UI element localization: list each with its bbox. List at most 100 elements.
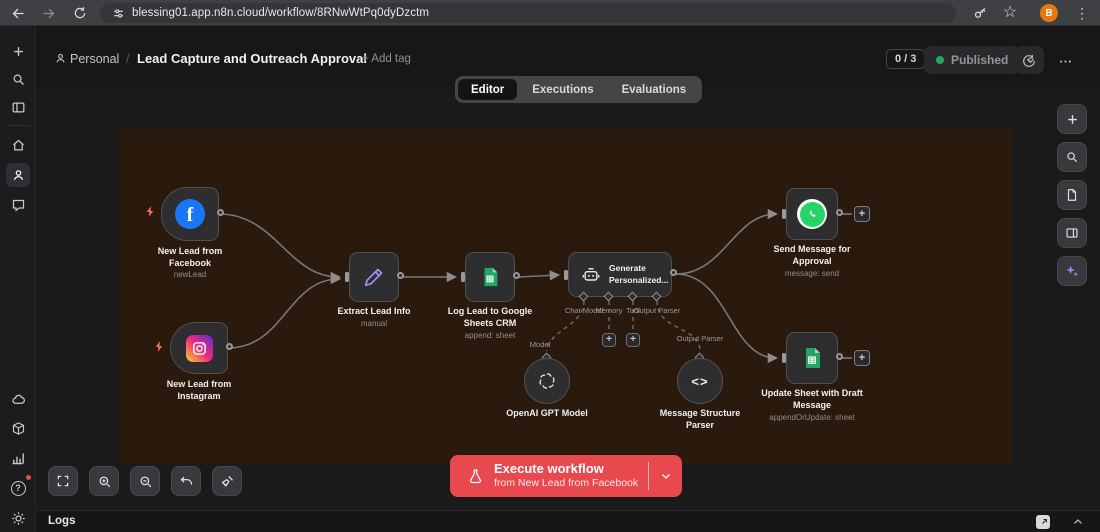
settings-gear-icon[interactable]	[6, 506, 30, 530]
add-memory-button[interactable]: +	[602, 333, 616, 347]
browser-forward-icon[interactable]	[38, 3, 58, 23]
robot-agent-icon	[581, 265, 601, 285]
site-info-icon[interactable]	[108, 3, 128, 23]
help-notification-dot	[26, 475, 31, 480]
input-port[interactable]	[461, 272, 465, 282]
logs-popout-icon[interactable]	[1036, 515, 1050, 529]
output-port[interactable]	[670, 269, 677, 276]
breadcrumb-separator: /	[126, 51, 130, 66]
add-tag-button[interactable]: + Add tag	[362, 53, 411, 65]
help-question-glyph: ?	[10, 480, 26, 496]
add-tool-button[interactable]: +	[626, 333, 640, 347]
execute-options-caret-button[interactable]	[649, 455, 682, 497]
node-new-lead-from-facebook[interactable]: f	[161, 187, 224, 241]
workflow-menu-icon[interactable]	[1054, 50, 1076, 72]
zoom-out-button[interactable]	[130, 466, 160, 496]
output-port[interactable]	[513, 271, 520, 279]
input-port[interactable]	[564, 269, 568, 280]
tab-editor[interactable]: Editor	[458, 79, 518, 100]
node-message-structure-parser[interactable]: <>	[677, 358, 723, 404]
home-icon[interactable]	[6, 133, 30, 157]
browser-profile-avatar[interactable]: B	[1040, 4, 1058, 22]
templates-icon[interactable]	[6, 416, 30, 440]
input-port[interactable]	[782, 209, 786, 219]
zoom-in-button[interactable]	[89, 466, 119, 496]
execute-workflow-button[interactable]: Execute workflow from New Lead from Face…	[450, 455, 682, 497]
tidy-up-broom-button[interactable]	[212, 466, 242, 496]
project-person-icon	[54, 52, 67, 65]
trigger-bolt-icon	[153, 340, 166, 353]
help-icon[interactable]: ?	[6, 475, 31, 500]
published-label: Published	[951, 53, 1009, 67]
output-port[interactable]	[836, 208, 843, 216]
bookmark-star-icon[interactable]: ☆	[1000, 3, 1020, 23]
breadcrumb-project[interactable]: Personal	[70, 52, 119, 66]
model-connection-label: Model	[529, 340, 551, 349]
browser-menu-icon[interactable]: ⋮	[1072, 3, 1092, 23]
version-history-icon[interactable]	[1018, 50, 1040, 72]
add-node-after-update-button[interactable]: +	[854, 350, 870, 366]
add-node-after-whatsapp-button[interactable]: +	[854, 206, 870, 222]
editor-tab-bar: Editor Executions Evaluations	[455, 76, 703, 103]
workflow-title[interactable]: Lead Capture and Outreach Approval	[137, 51, 367, 66]
node-update-sheet-with-draft-message[interactable]	[782, 332, 843, 384]
url-text[interactable]: blessing01.app.n8n.cloud/workflow/8RNwWt…	[132, 7, 429, 19]
code-brackets-icon: <>	[691, 373, 709, 389]
personal-project-icon[interactable]	[6, 163, 30, 187]
trigger-bolt-icon	[144, 205, 157, 218]
published-green-dot	[936, 56, 944, 64]
toggle-panel-button[interactable]	[1057, 218, 1087, 248]
workflow-header: Personal / Lead Capture and Outreach App…	[36, 26, 1100, 82]
input-port[interactable]	[345, 272, 349, 282]
node-label: New Lead from Instagram	[166, 379, 232, 401]
insights-icon[interactable]	[6, 446, 30, 470]
logs-panel-header[interactable]: Logs	[36, 510, 1100, 532]
output-port[interactable]	[226, 342, 233, 350]
google-sheets-icon	[479, 266, 501, 288]
browser-reload-icon[interactable]	[70, 3, 90, 23]
tab-executions[interactable]: Executions	[519, 79, 606, 100]
node-subtitle: manual	[360, 319, 388, 328]
node-generate-personalized-agent[interactable]: Generate Personalized...	[564, 252, 677, 297]
left-sidebar: ?	[0, 26, 36, 532]
tab-evaluations[interactable]: Evaluations	[609, 79, 700, 100]
node-send-message-for-approval[interactable]	[782, 188, 843, 240]
search-icon[interactable]	[6, 67, 30, 91]
node-openai-gpt-model[interactable]	[524, 358, 570, 404]
input-port[interactable]	[782, 353, 786, 363]
node-extract-lead-info[interactable]	[345, 252, 404, 302]
node-inner-label: Generate Personalized...	[609, 263, 669, 285]
collapse-sidebar-icon[interactable]	[6, 95, 30, 119]
ai-assistant-button[interactable]	[1057, 256, 1087, 286]
node-label: New Lead from Facebook	[157, 246, 223, 268]
undo-button[interactable]	[171, 466, 201, 496]
password-key-icon[interactable]	[970, 3, 990, 23]
facebook-icon: f	[175, 199, 205, 229]
node-label: Send Message for Approval	[773, 244, 851, 266]
output-port[interactable]	[217, 208, 224, 216]
node-label: OpenAI GPT Model	[506, 408, 588, 418]
address-bar[interactable]: blessing01.app.n8n.cloud/workflow/8RNwWt…	[100, 3, 956, 23]
fit-view-button[interactable]	[48, 466, 78, 496]
node-log-lead-to-google-sheets-crm[interactable]	[461, 252, 520, 302]
logs-collapse-chevron-icon[interactable]	[1070, 515, 1086, 529]
n8n-workflow-editor-screen: blessing01.app.n8n.cloud/workflow/8RNwWt…	[0, 0, 1100, 532]
cloud-admin-icon[interactable]	[6, 387, 30, 411]
node-label: Extract Lead Info	[337, 306, 411, 316]
workflow-canvas[interactable]: f New Lead from Facebook newLead New Lea…	[36, 88, 1100, 510]
openai-icon	[537, 371, 557, 391]
sticky-note-button[interactable]	[1057, 180, 1087, 210]
node-new-lead-from-instagram[interactable]	[170, 322, 233, 374]
output-port[interactable]	[397, 271, 404, 279]
browser-back-icon[interactable]	[8, 3, 28, 23]
browser-toolbar: blessing01.app.n8n.cloud/workflow/8RNwWt…	[0, 0, 1100, 26]
node-label: Update Sheet with Draft Message	[761, 388, 863, 410]
published-status-button[interactable]: Published	[924, 46, 1021, 74]
new-workflow-icon[interactable]	[6, 39, 30, 63]
output-port[interactable]	[836, 352, 843, 360]
execute-button-title: Execute workflow	[494, 461, 604, 477]
chat-icon[interactable]	[6, 193, 30, 217]
add-node-button[interactable]	[1057, 104, 1087, 134]
sidebar-divider	[6, 125, 30, 126]
canvas-search-button[interactable]	[1057, 142, 1087, 172]
